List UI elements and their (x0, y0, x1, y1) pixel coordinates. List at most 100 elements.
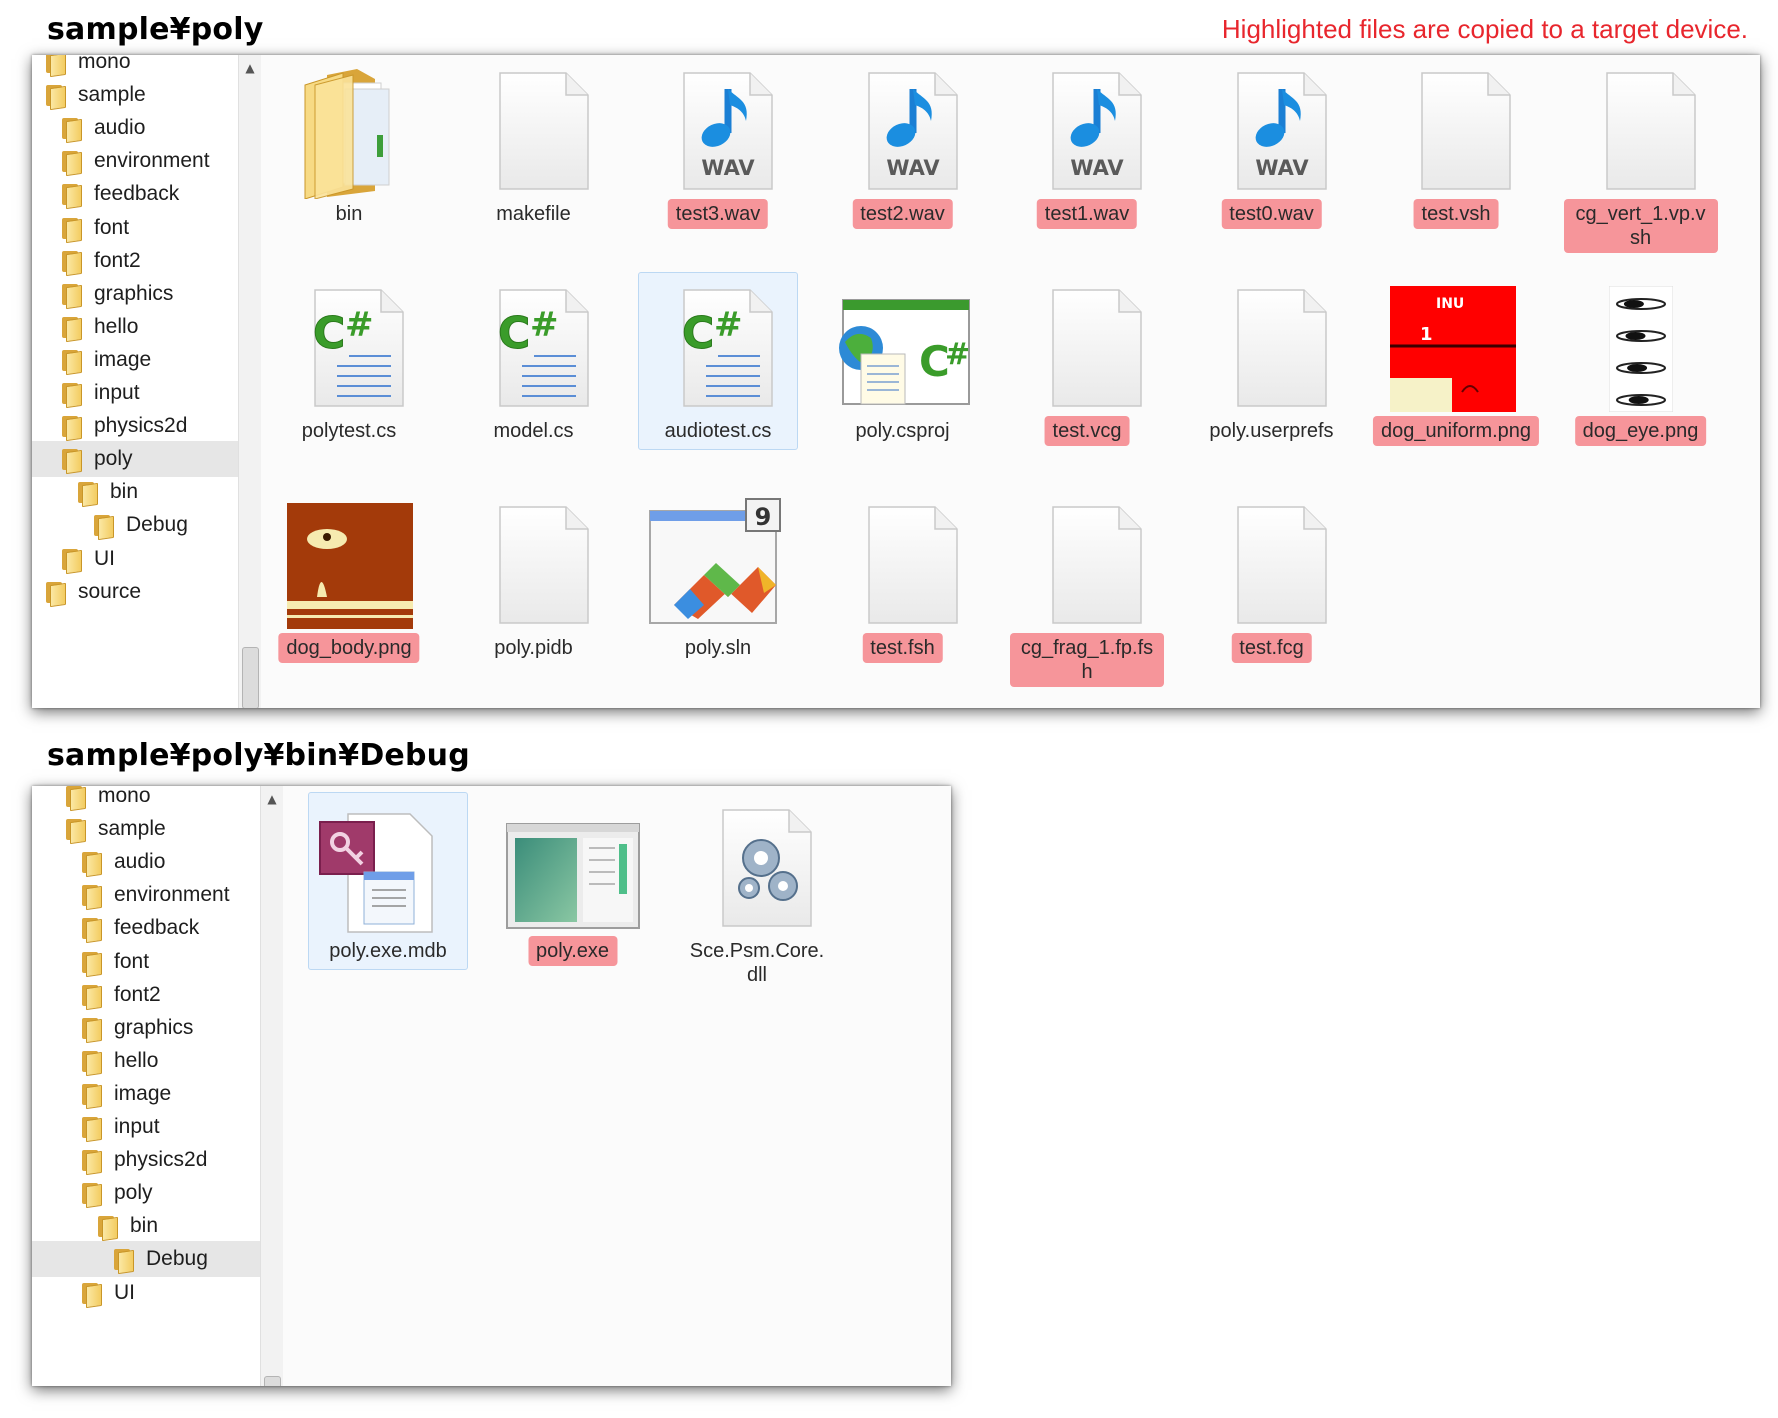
file-icon: WAV (823, 61, 983, 199)
file-item[interactable]: WAV test1.wav (1007, 61, 1167, 278)
tree-scrollbar[interactable]: ▲ (238, 55, 261, 708)
file-item[interactable]: C # polytest.cs (269, 278, 429, 495)
scroll-up-arrow-icon[interactable]: ▲ (239, 61, 261, 75)
folder-icon (80, 1148, 102, 1176)
thumb-text-inu: INU (1436, 296, 1464, 312)
scroll-thumb[interactable] (242, 647, 259, 708)
file-area: poly.exe.mdb poly.exe Sce.Psm.Core.dll (283, 786, 951, 1386)
folder-icon (304, 69, 390, 199)
file-item[interactable]: dog_body.png (269, 495, 429, 708)
dog-uniform-thumbnail: INU1 (1390, 286, 1516, 412)
folder-icon (92, 513, 114, 541)
file-item[interactable]: test.fsh (823, 495, 983, 708)
explorer-window-top: mono sample audio environment feedback font fo… (32, 55, 1760, 708)
file-item[interactable]: WAV test0.wav (1192, 61, 1352, 278)
file-item[interactable]: C # model.cs (454, 278, 614, 495)
file-item[interactable]: poly.exe.mdb (308, 792, 468, 1015)
tree-item-environment[interactable]: environment (32, 143, 266, 179)
file-name: test.vcg (1044, 416, 1130, 446)
tree-item-font2[interactable]: font2 (32, 243, 266, 279)
tree-item-label: image (114, 1081, 172, 1105)
tree-item-label: font2 (114, 982, 161, 1006)
tree-item-physics2d[interactable]: physics2d (32, 408, 266, 444)
tree-item-sample[interactable]: sample (32, 811, 292, 847)
file-area: bin makefile WAV test3.wav WAV test2.wav WAV te… (261, 55, 1760, 708)
tree-item-graphics[interactable]: graphics (32, 276, 266, 312)
tree-item-label: bin (110, 480, 139, 504)
folder-icon (60, 547, 82, 574)
file-icon (454, 495, 614, 633)
tree-item-source[interactable]: source (32, 574, 250, 610)
file-item[interactable]: poly.userprefs (1192, 278, 1352, 495)
tree-item-audio[interactable]: audio (32, 110, 266, 146)
tree-item-label: source (78, 579, 142, 603)
file-item[interactable]: cg_vert_1.vp.vsh (1561, 61, 1721, 278)
file-name: test1.wav (1036, 199, 1138, 229)
tree-item-font[interactable]: font (32, 210, 266, 246)
tree-item-ui[interactable]: UI (32, 541, 266, 577)
file-item[interactable]: test.vcg (1007, 278, 1167, 495)
file-item[interactable]: INU 1 dog_uniform.png (1372, 278, 1540, 495)
tree-item-sample[interactable]: sample (32, 77, 250, 113)
file-icon: WAV (638, 61, 798, 199)
file-icon (308, 798, 468, 936)
folder-icon (80, 1082, 102, 1110)
file-name: poly.exe (527, 936, 618, 966)
file-item[interactable]: 9 poly.sln (638, 495, 798, 708)
file-item[interactable]: poly.pidb (454, 495, 614, 708)
tree-item-label: poly (94, 447, 133, 471)
file-item[interactable]: WAV test3.wav (638, 61, 798, 278)
blank-file-icon (498, 72, 589, 190)
folder-icon (60, 149, 82, 177)
vs-solution-icon: 9 (649, 498, 781, 624)
tree-item-label: feedback (114, 916, 200, 940)
file-item[interactable]: test.vsh (1376, 61, 1536, 278)
file-item[interactable]: poly.exe (493, 798, 653, 1015)
file-item[interactable]: makefile (454, 61, 614, 278)
file-name: bin (335, 203, 363, 225)
tree-item-label: audio (94, 116, 146, 140)
tree-item-label: sample (78, 83, 146, 107)
file-item[interactable]: C # poly.csproj (823, 278, 983, 495)
file-item[interactable]: C # audiotest.cs (638, 272, 798, 495)
file-item[interactable]: bin (269, 61, 429, 278)
scroll-up-arrow-icon[interactable]: ▲ (261, 792, 283, 806)
file-name: Sce.Psm.Core.dll (689, 940, 825, 986)
svg-text:#: # (530, 305, 559, 345)
file-item[interactable]: cg_frag_1.fp.fsh (1007, 495, 1167, 708)
file-icon (1561, 278, 1721, 416)
folder-icon (60, 182, 82, 210)
tree-item-label: physics2d (114, 1148, 208, 1172)
tree-item-image[interactable]: image (32, 342, 266, 378)
tree-scrollbar[interactable]: ▲ (260, 786, 283, 1386)
file-name: poly.userprefs (1209, 420, 1334, 442)
tree-item-input[interactable]: input (32, 375, 266, 411)
folder-icon (60, 216, 82, 243)
wav-file-icon: WAV (1052, 72, 1142, 190)
file-item[interactable]: dog_eye.png (1561, 278, 1721, 495)
file-icon (269, 61, 429, 199)
file-item[interactable]: Sce.Psm.Core.dll (677, 798, 837, 1015)
version-badge: 9 (755, 503, 772, 531)
blank-file-icon (867, 506, 958, 624)
blank-file-icon (1052, 506, 1142, 624)
tree-item-hello[interactable]: hello (32, 309, 266, 345)
file-item[interactable]: WAV test2.wav (823, 61, 983, 278)
tree-item-label: sample (98, 817, 166, 841)
file-icon: C # (454, 278, 614, 416)
file-icon: C # (823, 278, 983, 416)
tree-item-poly[interactable]: poly (32, 441, 266, 478)
folder-icon (44, 83, 66, 111)
wav-label: WAV (886, 156, 940, 180)
scroll-thumb[interactable] (264, 1376, 281, 1386)
tree-item-label: mono (98, 786, 151, 807)
folder-icon (60, 447, 82, 475)
file-icon: WAV (1192, 61, 1352, 199)
file-name: dog_uniform.png (1372, 416, 1540, 446)
folder-icon (60, 249, 82, 276)
tree-item-feedback[interactable]: feedback (32, 176, 266, 212)
file-item[interactable]: test.fcg (1192, 495, 1352, 708)
file-name: audiotest.cs (664, 420, 772, 442)
svg-text:#: # (945, 337, 970, 372)
tree-item-mono[interactable]: mono (32, 786, 292, 814)
